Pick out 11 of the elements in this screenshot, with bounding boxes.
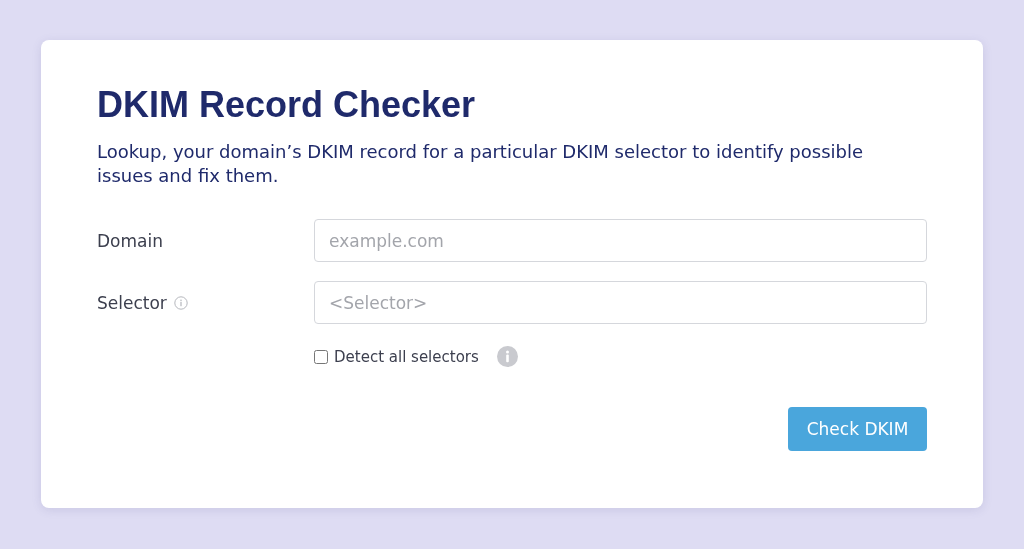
check-button[interactable]: Check DKIM xyxy=(788,407,927,451)
checkbox[interactable] xyxy=(314,349,328,364)
page-title: DKIM Record Checker xyxy=(97,84,477,126)
input-field[interactable]: <Selector> xyxy=(314,281,927,324)
info-icon[interactable] xyxy=(496,346,518,367)
checkbox-label: Detect all selectors xyxy=(334,347,479,366)
field-label: Selector xyxy=(97,292,167,313)
input-field[interactable]: example.com xyxy=(314,219,927,262)
info-icon[interactable] xyxy=(173,295,188,310)
description: Lookup, your domain’s DKIM record for a particular DKIM selector to identify possible issues and fix them. xyxy=(97,140,865,188)
field-label: Domain xyxy=(97,230,163,251)
